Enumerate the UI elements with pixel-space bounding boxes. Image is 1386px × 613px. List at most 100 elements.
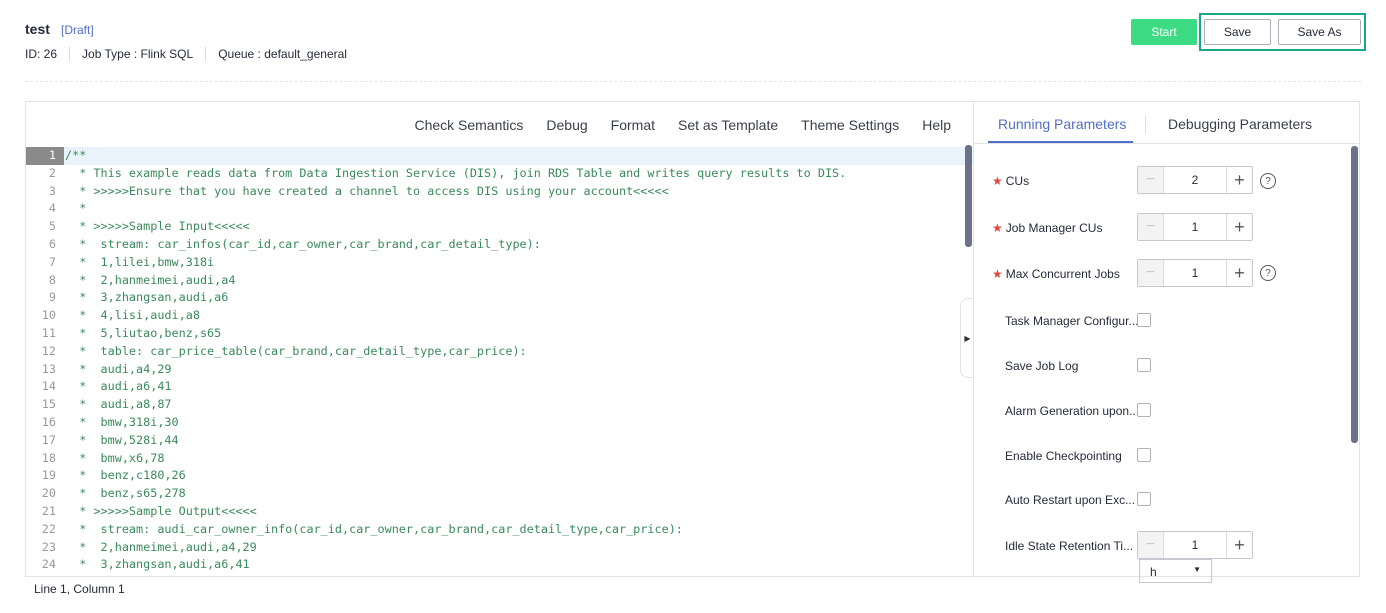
tab-separator xyxy=(1145,116,1146,134)
code-line[interactable]: 11 * 5,liutao,benz,s65 xyxy=(26,325,973,343)
sql-editor[interactable]: Check Semantics Debug Format Set as Temp… xyxy=(25,101,973,577)
code-line[interactable]: 18 * bmw,x6,78 xyxy=(26,450,973,468)
max-jobs-value[interactable]: 1 xyxy=(1164,260,1226,286)
save-button[interactable]: Save xyxy=(1204,19,1271,45)
code-line[interactable]: 5 * >>>>>Sample Input<<<<< xyxy=(26,218,973,236)
debug-button[interactable]: Debug xyxy=(546,117,587,133)
code-text: * 1,lilei,bmw,318i xyxy=(65,254,215,269)
plus-icon[interactable]: + xyxy=(1226,214,1252,240)
line-number: 13 xyxy=(41,361,56,376)
idle-unit-select[interactable]: h ▼ xyxy=(1139,559,1212,583)
code-line[interactable]: 15 * audi,a8,87 xyxy=(26,396,973,414)
code-line[interactable]: 8 * 2,hanmeimei,audi,a4 xyxy=(26,272,973,290)
checkpointing-checkbox[interactable] xyxy=(1137,448,1151,462)
code-text: * benz,s65,278 xyxy=(65,486,186,501)
tab-debugging-parameters[interactable]: Debugging Parameters xyxy=(1168,116,1312,132)
code-text: * >>>>>Sample Input<<<<< xyxy=(65,219,250,234)
idle-state-stepper[interactable]: −1 + xyxy=(1137,531,1253,559)
check-semantics-button[interactable]: Check Semantics xyxy=(414,117,523,133)
jm-cus-value[interactable]: 1 xyxy=(1164,214,1226,240)
panel-scrollbar[interactable] xyxy=(1351,146,1358,443)
help-button[interactable]: Help xyxy=(922,117,951,133)
jm-cus-stepper[interactable]: −1 + xyxy=(1137,213,1253,241)
code-text: * stream: audi_car_owner_info(car_id,car… xyxy=(65,521,683,536)
job-id: ID: 26 xyxy=(25,47,58,61)
active-tab-indicator xyxy=(988,141,1133,143)
minus-icon[interactable]: − xyxy=(1138,532,1164,558)
tab-running-parameters[interactable]: Running Parameters xyxy=(998,116,1126,132)
code-line[interactable]: 2 * This example reads data from Data In… xyxy=(26,165,973,183)
line-number: 11 xyxy=(41,325,56,340)
line-number: 6 xyxy=(48,236,56,251)
code-text: * audi,a4,29 xyxy=(65,361,172,376)
line-number: 24 xyxy=(41,557,56,572)
code-line[interactable]: 7 * 1,lilei,bmw,318i xyxy=(26,254,973,272)
code-line[interactable]: 16 * bmw,318i,30 xyxy=(26,414,973,432)
alarm-checkbox[interactable] xyxy=(1137,403,1151,417)
idle-state-label: Idle State Retention Ti... xyxy=(1005,539,1134,553)
code-line[interactable]: 23 * 2,hanmeimei,audi,a4,29 xyxy=(26,539,973,557)
cus-stepper[interactable]: −2 + xyxy=(1137,166,1253,194)
help-icon[interactable]: ? xyxy=(1260,173,1276,189)
code-line[interactable]: 22 * stream: audi_car_owner_info(car_id,… xyxy=(26,521,973,539)
job-queue: Queue : default_general xyxy=(205,47,359,61)
collapse-panel-toggle[interactable]: ▶ xyxy=(960,298,974,378)
code-line[interactable]: 14 * audi,a6,41 xyxy=(26,378,973,396)
task-manager-label: Task Manager Configur... xyxy=(1005,314,1139,328)
set-as-template-button[interactable]: Set as Template xyxy=(678,117,778,133)
code-line[interactable]: 13 * audi,a4,29 xyxy=(26,361,973,379)
minus-icon[interactable]: − xyxy=(1138,167,1164,193)
required-icon: ★ xyxy=(992,221,1003,235)
plus-icon[interactable]: + xyxy=(1226,260,1252,286)
save-job-log-label: Save Job Log xyxy=(1005,359,1079,373)
code-line[interactable]: 20 * benz,s65,278 xyxy=(26,485,973,503)
auto-restart-checkbox[interactable] xyxy=(1137,492,1151,506)
line-number: 16 xyxy=(41,414,56,429)
code-line[interactable]: 19 * benz,c180,26 xyxy=(26,467,973,485)
cus-value[interactable]: 2 xyxy=(1164,167,1226,193)
code-line[interactable]: 1/** xyxy=(26,147,973,165)
job-title: test xyxy=(25,21,50,37)
job-type: Job Type : Flink SQL xyxy=(69,47,205,61)
code-line[interactable]: 24 * 3,zhangsan,audi,a6,41 xyxy=(26,556,973,574)
line-number: 15 xyxy=(41,397,56,412)
code-text: * 3,zhangsan,audi,a6 xyxy=(65,290,229,305)
plus-icon[interactable]: + xyxy=(1226,532,1252,558)
code-text: * 4,lisi,audi,a8 xyxy=(65,308,200,323)
save-as-button[interactable]: Save As xyxy=(1278,19,1361,45)
code-line[interactable]: 6 * stream: car_infos(car_id,car_owner,c… xyxy=(26,236,973,254)
task-manager-checkbox[interactable] xyxy=(1137,313,1151,327)
checkpointing-label: Enable Checkpointing xyxy=(1005,449,1122,463)
line-number: 4 xyxy=(48,201,56,216)
save-job-log-checkbox[interactable] xyxy=(1137,358,1151,372)
line-number: 1 xyxy=(26,147,64,165)
idle-state-value[interactable]: 1 xyxy=(1164,532,1226,558)
line-number: 18 xyxy=(41,450,56,465)
code-text: * xyxy=(65,201,87,216)
plus-icon[interactable]: + xyxy=(1226,167,1252,193)
max-jobs-stepper[interactable]: −1 + xyxy=(1137,259,1253,287)
line-number: 3 xyxy=(48,183,56,198)
code-line[interactable]: 21 * >>>>>Sample Output<<<<< xyxy=(26,503,973,521)
code-area[interactable]: 1/** 2 * This example reads data from Dat… xyxy=(26,147,973,576)
code-text: * 5,liutao,benz,s65 xyxy=(65,325,222,340)
code-line[interactable]: 10 * 4,lisi,audi,a8 xyxy=(26,307,973,325)
theme-settings-button[interactable]: Theme Settings xyxy=(801,117,899,133)
code-line[interactable]: 3 * >>>>>Ensure that you have created a … xyxy=(26,183,973,201)
code-line[interactable]: 17 * bmw,528i,44 xyxy=(26,432,973,450)
code-line[interactable]: 12 * table: car_price_table(car_brand,ca… xyxy=(26,343,973,361)
required-icon: ★ xyxy=(992,174,1003,188)
code-line[interactable]: 4 * xyxy=(26,200,973,218)
code-line[interactable]: 9 * 3,zhangsan,audi,a6 xyxy=(26,289,973,307)
editor-scrollbar[interactable] xyxy=(965,145,972,247)
help-icon[interactable]: ? xyxy=(1260,265,1276,281)
status-badge: [Draft] xyxy=(61,23,94,37)
minus-icon[interactable]: − xyxy=(1138,214,1164,240)
line-number: 5 xyxy=(48,219,56,234)
format-button[interactable]: Format xyxy=(611,117,655,133)
code-text: * This example reads data from Data Inge… xyxy=(65,165,847,180)
caret-right-icon: ▶ xyxy=(964,333,971,343)
minus-icon[interactable]: − xyxy=(1138,260,1164,286)
start-button[interactable]: Start xyxy=(1131,19,1197,45)
line-number: 12 xyxy=(41,343,56,358)
